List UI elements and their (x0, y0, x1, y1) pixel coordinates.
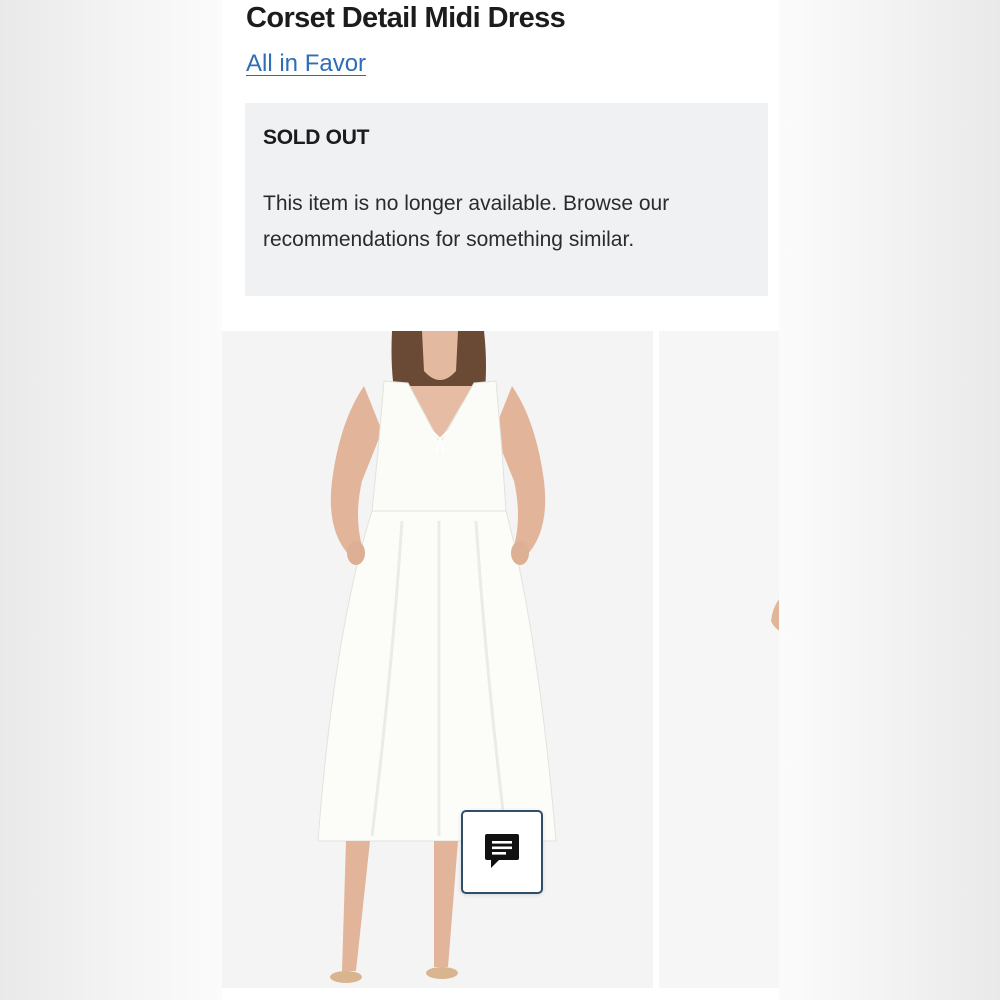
product-title: Corset Detail Midi Dress (246, 2, 566, 34)
background-blur-right (779, 0, 1000, 1000)
sold-out-message: This item is no longer available. Browse… (263, 192, 670, 251)
chat-message-icon (485, 834, 519, 868)
brand-link[interactable]: All in Favor (246, 50, 366, 78)
dress-model-photo-partial (659, 331, 779, 988)
sold-out-notice: SOLD OUT This item is no longer availabl… (245, 103, 768, 296)
white-dress-model-photo (222, 331, 653, 988)
gallery-image-next[interactable] (659, 331, 779, 988)
background-blur-left (0, 0, 222, 1000)
gallery-image-main[interactable] (222, 331, 653, 988)
chat-button[interactable] (461, 810, 543, 894)
sold-out-heading: SOLD OUT (263, 126, 370, 149)
